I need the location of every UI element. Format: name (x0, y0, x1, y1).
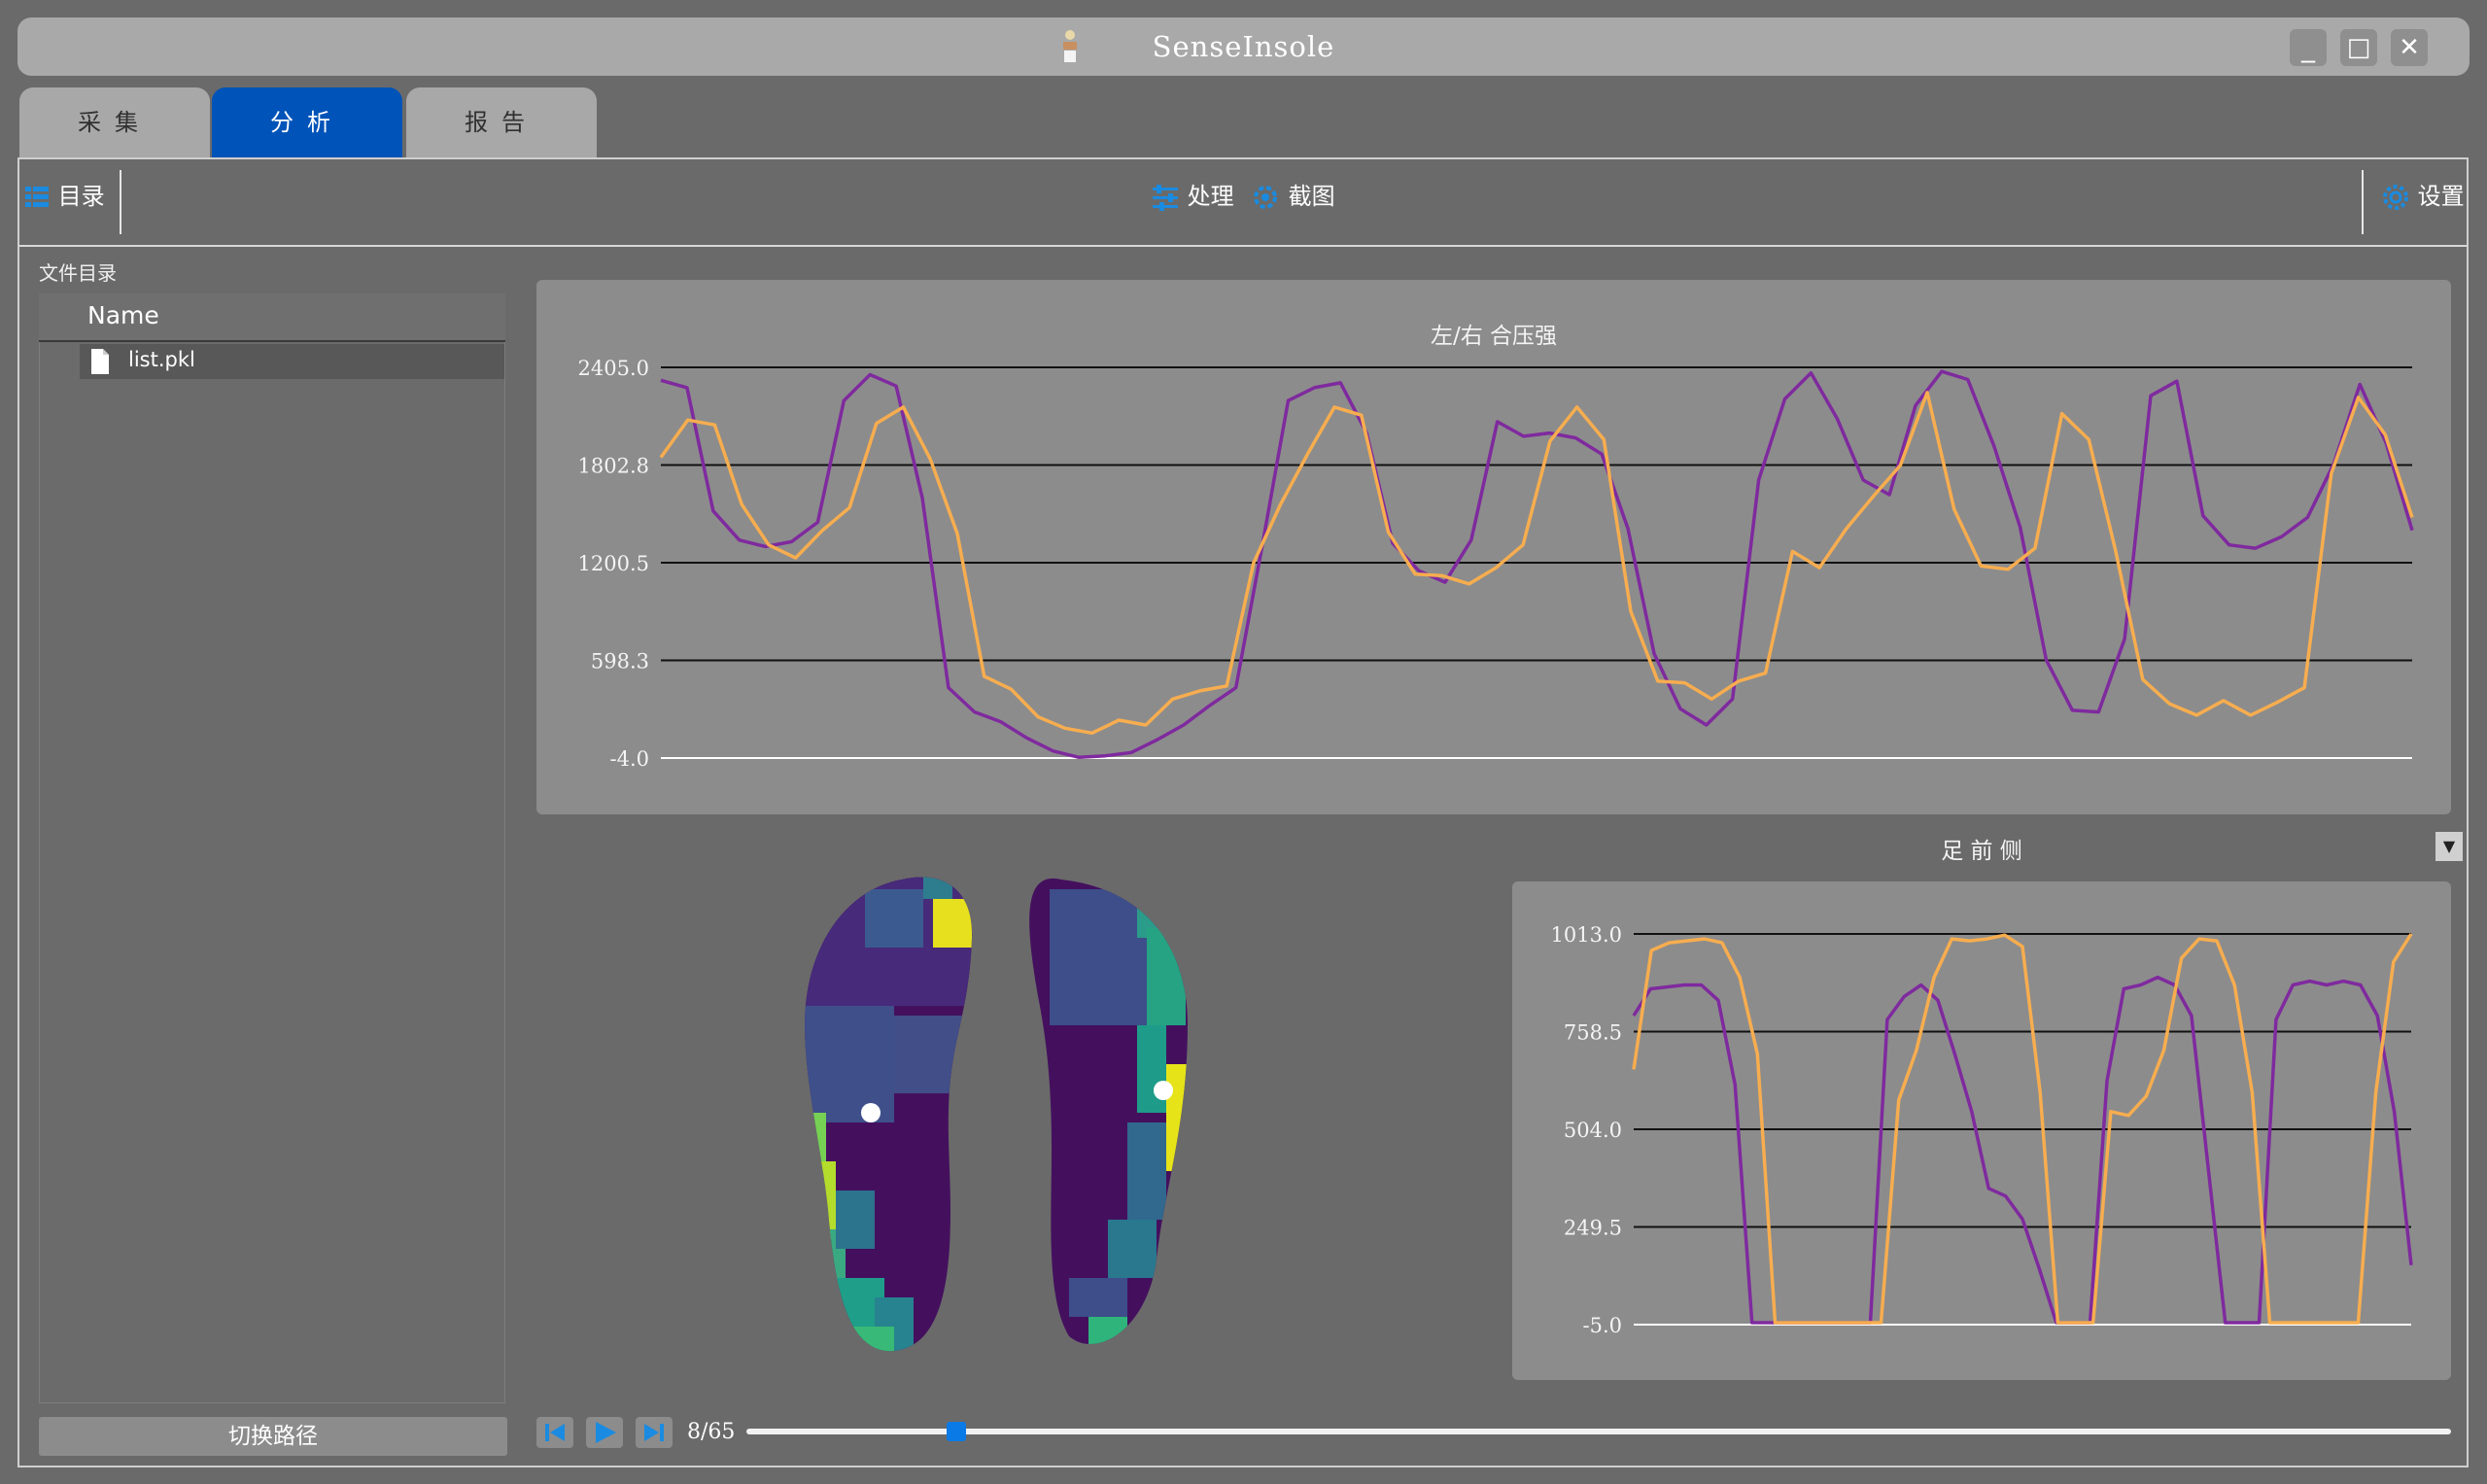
screenshot-label: 截图 (1288, 183, 1335, 210)
play-icon (596, 1422, 616, 1443)
catalog-label: 目录 (57, 183, 105, 210)
y-tick-label: -5.0 (1583, 1314, 1623, 1337)
file-icon (91, 349, 109, 374)
process-button[interactable]: 处理 (1151, 177, 1234, 216)
y-tick-label: 758.5 (1564, 1021, 1622, 1045)
left-center-of-pressure (861, 1103, 881, 1122)
catalog-button[interactable]: 目录 (23, 177, 105, 216)
gear-icon (2383, 185, 2408, 210)
combined-pressure-chart: 左/右 合压强 2405.0 1802.8 1200.5 598.3 -4.0 (536, 280, 2451, 814)
y-tick-label: 598.3 (591, 649, 649, 673)
toolbar-divider (120, 170, 121, 234)
frame-counter: 8/65 (687, 1420, 736, 1444)
y-tick-label: 1802.8 (578, 454, 649, 477)
play-button[interactable] (586, 1417, 623, 1448)
left-foot-series-line (660, 369, 2414, 760)
name-column-header[interactable]: Name (87, 301, 159, 329)
combined-pressure-plot: 2405.0 1802.8 1200.5 598.3 -4.0 (578, 357, 2414, 771)
y-tick-label: 249.5 (1564, 1217, 1622, 1240)
close-button[interactable]: ✕ (2391, 29, 2428, 66)
skip-back-icon (545, 1424, 565, 1441)
screenshot-gear-icon (1254, 186, 1277, 209)
file-tree[interactable] (39, 293, 505, 1403)
left-foot-heatmap (805, 877, 973, 1352)
right-center-of-pressure (1154, 1081, 1173, 1100)
foot-heatmap (805, 877, 1188, 1352)
y-tick-label: 1013.0 (1551, 923, 1622, 947)
last-frame-button[interactable] (636, 1417, 673, 1448)
minimize-button[interactable]: _ (2290, 29, 2327, 66)
switch-path-button[interactable]: 切换路径 (39, 1417, 507, 1456)
y-tick-label: 1200.5 (578, 552, 649, 575)
toolbar-bottom-line (19, 245, 2467, 247)
file-name: list.pkl (128, 348, 195, 371)
maximize-button[interactable]: □ (2340, 29, 2377, 66)
y-tick-label: 504.0 (1564, 1119, 1622, 1142)
skip-forward-icon (644, 1424, 664, 1441)
process-label: 处理 (1187, 183, 1234, 210)
title-bar[interactable]: SenseInsole _ □ ✕ (17, 17, 2470, 76)
app-title: SenseInsole (1152, 30, 1335, 63)
right-foot-heatmap (1029, 878, 1188, 1345)
region-pressure-plot: 1013.0 758.5 504.0 249.5 -5.0 (1551, 923, 2413, 1337)
region-title: 足 前 侧 (1941, 839, 2022, 864)
y-tick-label: 2405.0 (578, 357, 649, 380)
screenshot-button[interactable]: 截图 (1250, 177, 1335, 216)
frame-slider-handle[interactable] (946, 1422, 966, 1441)
y-tick-label: -4.0 (610, 747, 650, 771)
file-directory-title: 文件目录 (39, 261, 117, 285)
chevron-down-icon: ▼ (2442, 837, 2456, 855)
settings-button[interactable]: 设置 (2381, 177, 2465, 216)
list-icon (25, 187, 49, 207)
settings-label: 设置 (2417, 183, 2465, 210)
tab-collect[interactable]: 采集 (19, 87, 210, 157)
first-frame-button[interactable] (536, 1417, 573, 1448)
tab-analysis[interactable]: 分析 (212, 87, 402, 157)
region-pressure-chart: 1013.0 758.5 504.0 249.5 -5.0 (1512, 881, 2451, 1380)
frame-slider-track[interactable] (746, 1429, 2451, 1434)
toolbar-divider-right (2362, 170, 2364, 234)
tab-report[interactable]: 报告 (406, 87, 597, 157)
region-dropdown[interactable]: ▼ (2435, 832, 2463, 861)
sliders-icon (1153, 185, 1178, 211)
